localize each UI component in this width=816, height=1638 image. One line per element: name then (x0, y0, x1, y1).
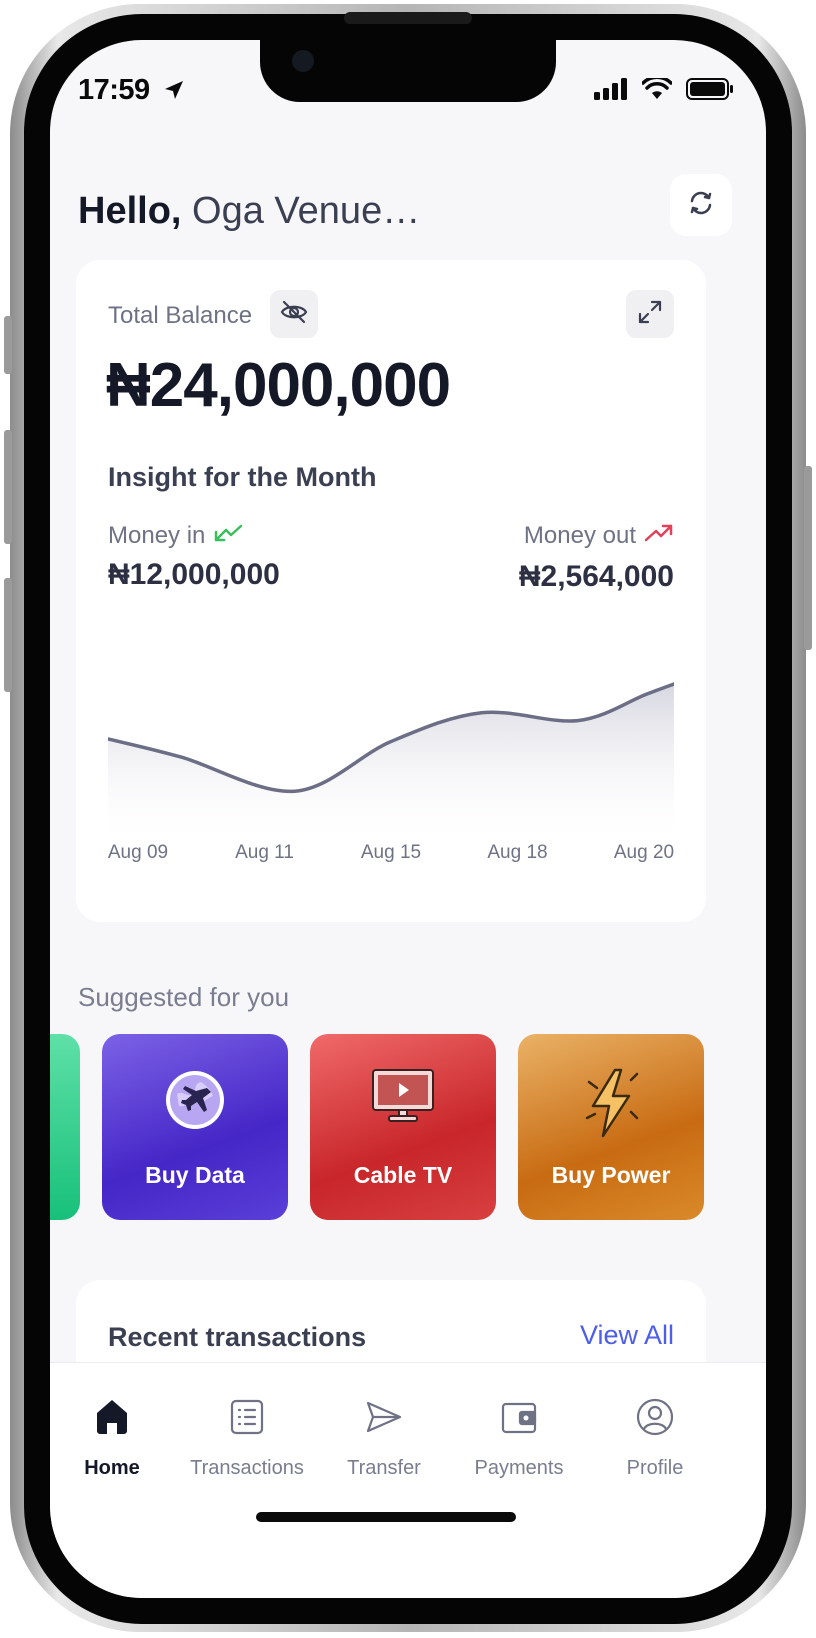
greeting-hello: Hello, (78, 190, 182, 232)
chart-x-tick-label: Aug 11 (235, 842, 294, 863)
tab-transactions-label: Transactions (190, 1457, 304, 1479)
lightning-icon (581, 1068, 641, 1143)
refresh-icon (685, 187, 717, 224)
list-icon (177, 1395, 317, 1439)
money-in-label: Money in (108, 522, 243, 550)
hide-balance-button[interactable] (270, 290, 318, 338)
location-arrow-icon (162, 78, 186, 107)
chart-x-axis: Aug 09 Aug 11 Aug 15 Aug 18 Aug 20 (108, 842, 674, 872)
insight-title: Insight for the Month (108, 462, 377, 492)
money-in-value: ₦12,000,000 (108, 558, 280, 591)
greeting-name: Oga Venue… (192, 190, 421, 232)
chart-area (108, 684, 674, 850)
power-button (804, 466, 812, 650)
expand-button[interactable] (626, 290, 674, 338)
money-out-text: Money out (523, 522, 636, 549)
balance-amount: ₦24,000,000 (106, 351, 451, 420)
status-indicators (594, 75, 734, 105)
wifi-icon (641, 75, 673, 105)
tab-transactions[interactable]: Transactions (177, 1395, 317, 1480)
trend-down-icon (213, 522, 243, 550)
front-camera (292, 50, 314, 72)
greeting: Hello, Oga Venue… (78, 190, 420, 233)
money-out-label: Money out (524, 522, 674, 550)
battery-icon (686, 78, 734, 105)
view-all-link[interactable]: View All (580, 1320, 674, 1351)
refresh-button[interactable] (670, 174, 732, 236)
buy-data-label: Buy Data (145, 1162, 245, 1188)
money-in-text: Money in (108, 522, 206, 549)
notch (260, 40, 556, 102)
cable-tv-tile[interactable]: Cable TV (310, 1034, 496, 1220)
chart-x-tick-label: Aug 15 (360, 842, 422, 863)
cable-tv-label: Cable TV (353, 1162, 453, 1188)
signal-icon (594, 78, 628, 105)
volume-down-button (4, 578, 12, 692)
send-icon (314, 1395, 454, 1439)
trend-up-icon (644, 522, 674, 550)
money-out-value: ₦2,564,000 (518, 560, 674, 593)
tab-payments[interactable]: Payments (449, 1395, 589, 1480)
tab-profile-label: Profile (626, 1457, 684, 1479)
home-icon (50, 1395, 182, 1439)
suggested-tile-partial[interactable] (50, 1034, 80, 1220)
tab-home[interactable]: Home (50, 1395, 182, 1480)
speaker (344, 12, 472, 24)
buy-power-tile[interactable]: Buy Power (518, 1034, 704, 1220)
suggested-title: Suggested for you (78, 982, 290, 1012)
home-indicator (256, 1512, 516, 1522)
chart-x-tick-label: Aug 20 (613, 842, 675, 863)
tab-transfer-label: Transfer (347, 1457, 421, 1479)
balance-card: Total Balance ₦24,000,000 Insight for th… (76, 260, 706, 922)
total-balance-label: Total Balance (108, 302, 253, 329)
chart-x-tick-label: Aug 18 (487, 842, 548, 863)
globe-plane-icon (163, 1068, 227, 1137)
buy-data-tile[interactable]: Buy Data (102, 1034, 288, 1220)
tab-home-label: Home (84, 1457, 140, 1479)
tab-bar: Home Transactions Transfer Payments Prof… (50, 1362, 766, 1598)
status-time: 17:59 (78, 74, 150, 106)
wallet-icon (449, 1395, 589, 1439)
volume-up-button (4, 430, 12, 544)
tab-payments-label: Payments (474, 1457, 564, 1479)
tab-transfer[interactable]: Transfer (314, 1395, 454, 1480)
tab-profile[interactable]: Profile (585, 1395, 725, 1480)
recent-transactions-title: Recent transactions (108, 1322, 367, 1352)
insight-chart (108, 682, 674, 850)
expand-icon (636, 298, 664, 331)
buy-power-label: Buy Power (551, 1162, 671, 1188)
user-icon (585, 1395, 725, 1439)
tv-icon (371, 1068, 435, 1129)
mute-switch (4, 316, 12, 374)
chart-x-tick-label: Aug 09 (107, 842, 169, 863)
eye-off-icon (279, 297, 309, 332)
app-screen: 17:59 Hello, Oga Venue… Total Balance ₦2… (50, 40, 766, 1598)
